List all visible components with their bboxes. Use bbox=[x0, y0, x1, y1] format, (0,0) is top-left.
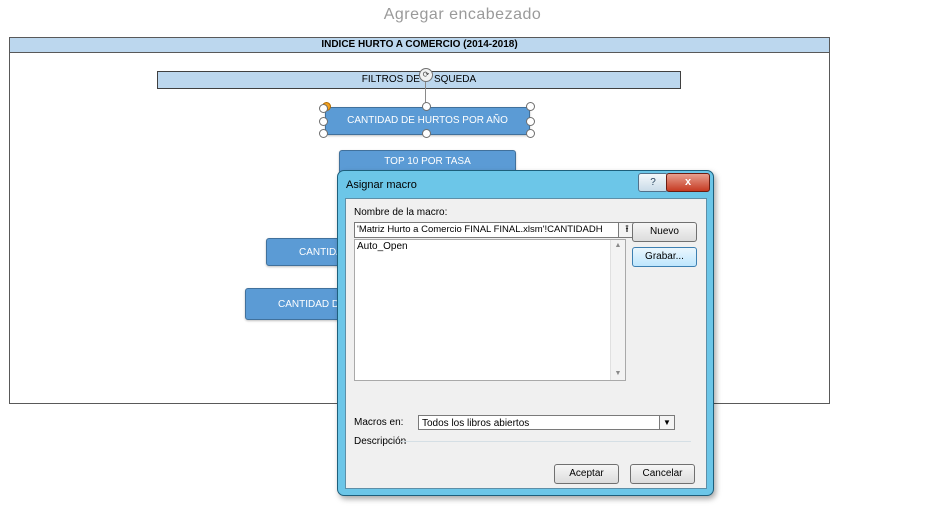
ok-button[interactable]: Aceptar bbox=[554, 464, 619, 484]
close-button[interactable]: x bbox=[666, 173, 710, 192]
resize-handle-se[interactable] bbox=[526, 129, 535, 138]
description-divider bbox=[401, 441, 691, 442]
shape-cantidad-2[interactable]: CANTIDAD D bbox=[245, 288, 345, 320]
filter-label-suffix: SQUEDA bbox=[433, 74, 477, 85]
dropdown-arrow-icon[interactable]: ▼ bbox=[659, 416, 674, 429]
filter-label: FILTROS DE bbox=[361, 74, 420, 85]
dialog-body: Nombre de la macro: 'Matriz Hurto a Come… bbox=[345, 198, 707, 489]
dialog-title: Asignar macro bbox=[346, 179, 417, 191]
resize-handle-w[interactable] bbox=[319, 117, 328, 126]
scroll-up-icon[interactable]: ▲ bbox=[611, 240, 625, 252]
macro-name-field[interactable]: 'Matriz Hurto a Comercio FINAL FINAL.xls… bbox=[354, 222, 620, 238]
cancel-button[interactable]: Cancelar bbox=[630, 464, 695, 484]
resize-handle-nw[interactable] bbox=[319, 104, 328, 113]
macro-name-label: Nombre de la macro: bbox=[354, 207, 448, 218]
macro-list[interactable]: Auto_Open ▲ ▼ bbox=[354, 239, 626, 381]
description-label: Descripción bbox=[354, 436, 407, 447]
list-item[interactable]: Auto_Open bbox=[357, 241, 408, 252]
resize-handle-ne[interactable] bbox=[526, 102, 535, 111]
resize-handle-n[interactable] bbox=[422, 102, 431, 111]
sheet-title: INDICE HURTO A COMERCIO (2014-2018) bbox=[10, 38, 829, 53]
resize-handle-e[interactable] bbox=[526, 117, 535, 126]
record-macro-button[interactable]: Grabar... bbox=[632, 247, 697, 267]
add-header-hint[interactable]: Agregar encabezado bbox=[0, 6, 925, 24]
help-button[interactable]: ? bbox=[638, 173, 668, 192]
macros-in-select[interactable]: Todos los libros abiertos ▼ bbox=[418, 415, 675, 430]
shape-cantidad-1[interactable]: CANTIDA bbox=[266, 238, 346, 266]
new-macro-button[interactable]: Nuevo bbox=[632, 222, 697, 242]
scroll-down-icon[interactable]: ▼ bbox=[611, 368, 625, 380]
resize-handle-sw[interactable] bbox=[319, 129, 328, 138]
resize-handle-s[interactable] bbox=[422, 129, 431, 138]
rotate-handle-icon[interactable]: ⟳ bbox=[419, 68, 433, 82]
macros-in-label: Macros en: bbox=[354, 417, 404, 428]
assign-macro-dialog: Asignar macro ? x Nombre de la macro: 'M… bbox=[337, 170, 714, 496]
macros-in-value: Todos los libros abiertos bbox=[422, 418, 530, 429]
vertical-scrollbar[interactable]: ▲ ▼ bbox=[610, 240, 625, 380]
